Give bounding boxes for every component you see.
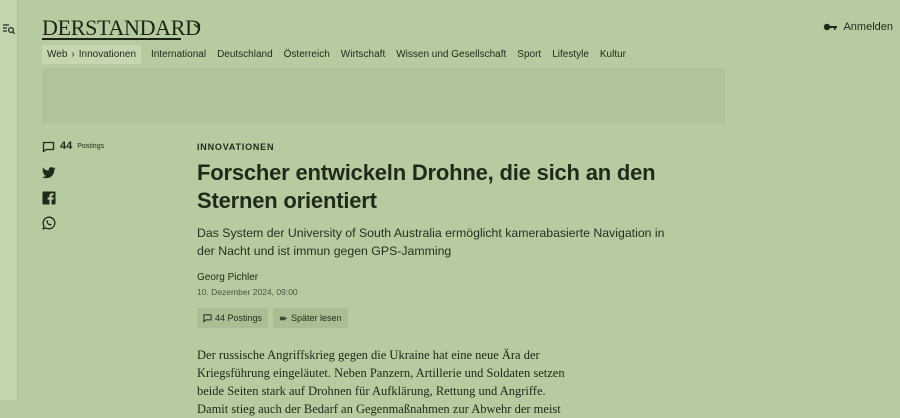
main-nav: Web › Innovationen International Deutsch… xyxy=(42,45,637,64)
article-body: Der russische Angriffskrieg gegen die Uk… xyxy=(197,348,565,416)
postings-count-label: Postings xyxy=(77,142,105,150)
nav-item-international[interactable]: International xyxy=(151,49,206,60)
logo-underline xyxy=(42,38,181,40)
nav-item-lifestyle[interactable]: Lifestyle xyxy=(552,49,589,60)
nav-item-sport[interactable]: Sport xyxy=(517,49,541,60)
login-button[interactable]: Anmelden xyxy=(823,21,893,33)
menu-search-icon[interactable] xyxy=(3,23,15,35)
breadcrumb-separator: › xyxy=(71,49,75,60)
ad-slot xyxy=(42,68,725,123)
comment-icon xyxy=(203,313,212,323)
comment-icon xyxy=(42,141,55,152)
article-date: 10. Dezember 2024, 09:00 xyxy=(197,287,298,297)
facebook-icon[interactable] xyxy=(42,191,56,205)
nav-item-oesterreich[interactable]: Österreich xyxy=(284,49,330,60)
article-kicker[interactable]: INNOVATIONEN xyxy=(197,142,667,152)
article-actions: 44 Postings Später lesen xyxy=(197,308,667,328)
side-rail xyxy=(0,0,18,400)
nav-item-wissen-gesellschaft[interactable]: Wissen und Gesellschaft xyxy=(396,49,506,60)
postings-button-label: 44 Postings xyxy=(215,313,263,323)
share-bar: 44 Postings xyxy=(42,140,104,230)
whatsapp-icon[interactable] xyxy=(42,216,56,230)
postings-button[interactable]: 44 Postings xyxy=(197,308,269,328)
article-author[interactable]: Georg Pichler xyxy=(197,272,667,283)
nav-item-wirtschaft[interactable]: Wirtschaft xyxy=(341,49,385,60)
bookmark-icon xyxy=(279,316,288,320)
chevron-down-icon[interactable] xyxy=(192,22,202,30)
article-headline: Forscher entwickeln Drohne, die sich an … xyxy=(197,160,656,213)
article: INNOVATIONEN Forscher entwickeln Drohne,… xyxy=(197,140,667,418)
read-later-button[interactable]: Später lesen xyxy=(273,308,348,328)
article-subhead: Das System der University of South Austr… xyxy=(197,226,665,258)
nav-item-deutschland[interactable]: Deutschland xyxy=(217,49,273,60)
nav-item-kultur[interactable]: Kultur xyxy=(600,49,626,60)
twitter-icon[interactable] xyxy=(42,166,56,180)
breadcrumb-current[interactable]: Innovationen xyxy=(79,49,136,60)
breadcrumb-parent[interactable]: Web xyxy=(47,49,67,60)
postings-count-number: 44 xyxy=(60,140,73,152)
login-label: Anmelden xyxy=(843,21,893,33)
key-icon xyxy=(824,23,838,31)
read-later-label: Später lesen xyxy=(291,313,342,323)
breadcrumb: Web › Innovationen xyxy=(42,45,142,64)
postings-count-link[interactable]: 44 Postings xyxy=(42,140,104,152)
